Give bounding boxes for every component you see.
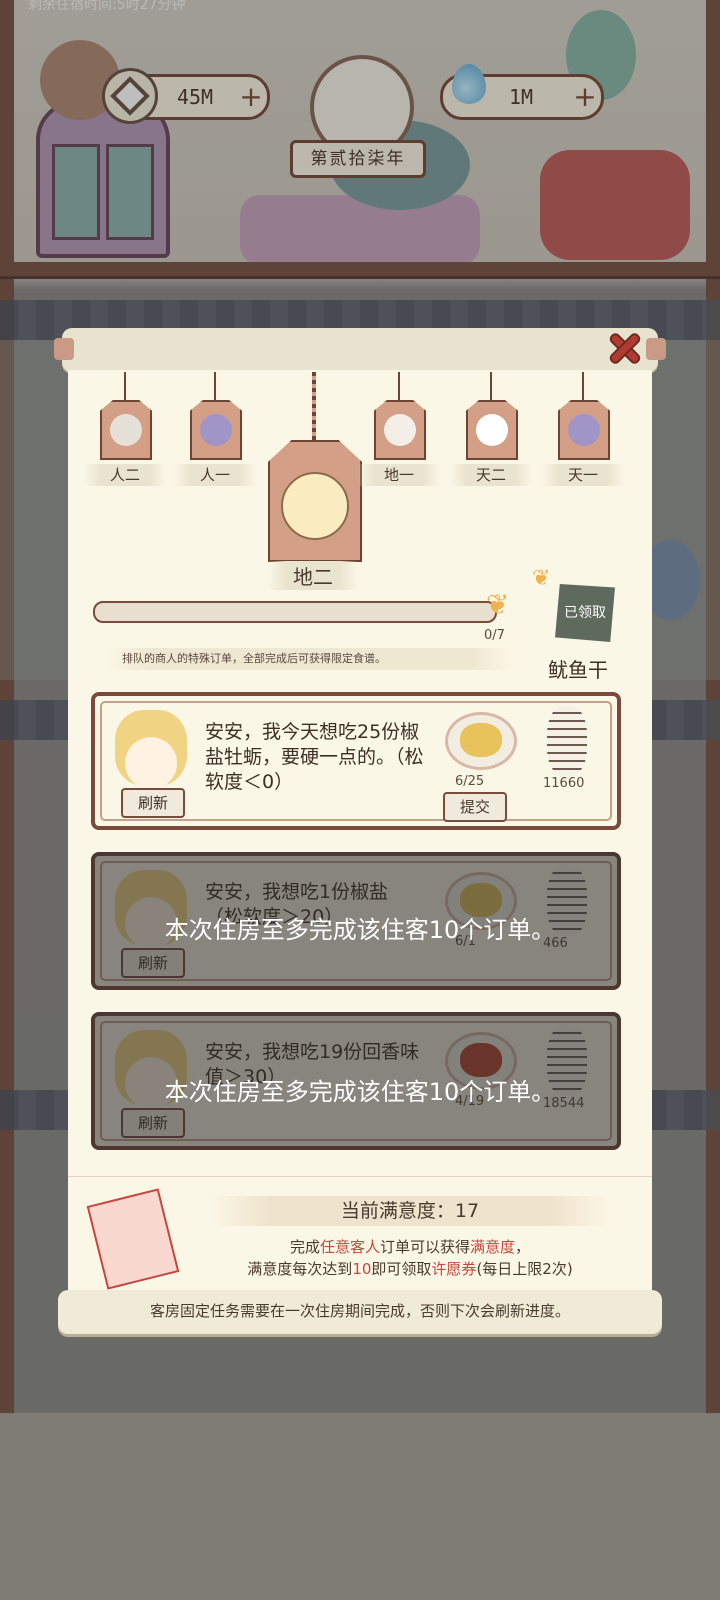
order-message: 安安，我今天想吃25份椒盐牡蛎，要硬一点的。（松软度＜0） [205, 721, 424, 793]
butterfly-icon: ❦ [532, 566, 551, 591]
order-limit-notice: 本次住房至多完成该住客10个订单。 [164, 916, 556, 944]
tab-ren-er[interactable] [100, 400, 152, 460]
scroll-header [54, 328, 666, 372]
tab-tian-yi-label: 天一 [542, 464, 624, 486]
order-card: 安安，我今天想吃25份椒盐牡蛎，要硬一点的。（松软度＜0） 刷新 6/25 提交… [91, 692, 621, 830]
tab-di-yi-label: 地一 [358, 464, 440, 486]
tab-ren-yi[interactable] [190, 400, 242, 460]
tab-tian-er[interactable] [466, 400, 518, 460]
claimed-badge: 已领取 [555, 584, 615, 642]
tab-tian-yi[interactable] [558, 400, 610, 460]
refresh-button[interactable]: 刷新 [121, 1108, 185, 1138]
tab-ren-er-label: 人二 [84, 464, 166, 486]
satisfaction-rule-1: 完成任意客人订单可以获得满意度， [289, 1238, 531, 1256]
butterfly-icon: ❦ [486, 588, 510, 621]
order-progress-bar [93, 601, 497, 623]
footer-scroll: 客房固定任务需要在一次住房期间完成，否则下次会刷新进度。 [58, 1290, 662, 1334]
tab-di-yi[interactable] [374, 400, 426, 460]
reward-count: 11660 [543, 776, 585, 791]
dish-icon [445, 712, 517, 770]
refresh-button[interactable]: 刷新 [121, 948, 185, 978]
tab-ren-yi-label: 人一 [174, 464, 256, 486]
guest-portrait [281, 472, 349, 540]
footer-tip: 客房固定任务需要在一次住房期间完成，否则下次会刷新进度。 [149, 1302, 570, 1320]
coin-string-icon [547, 706, 587, 776]
satisfaction-rule-2: 满意度每次达到10即可领取许愿券(每日上限2次) [247, 1260, 573, 1278]
submit-button[interactable]: 提交 [443, 792, 507, 822]
tab-tian-er-label: 天二 [450, 464, 532, 486]
close-icon[interactable] [604, 328, 644, 368]
special-order-description: 排队的商人的特殊订单，全部完成后可获得限定食谱。 [108, 648, 512, 670]
guest-avatar [115, 710, 187, 786]
order-limit-notice: 本次住房至多完成该住客10个订单。 [164, 1078, 556, 1106]
progress-count: 0/7 [484, 628, 505, 643]
refresh-button[interactable]: 刷新 [121, 788, 185, 818]
satisfaction-label: 当前满意度：17 [210, 1196, 610, 1226]
selected-guest-label: 地二 [268, 561, 358, 590]
dish-count: 6/25 [455, 774, 485, 789]
reward-name: 鱿鱼干 [548, 658, 608, 682]
